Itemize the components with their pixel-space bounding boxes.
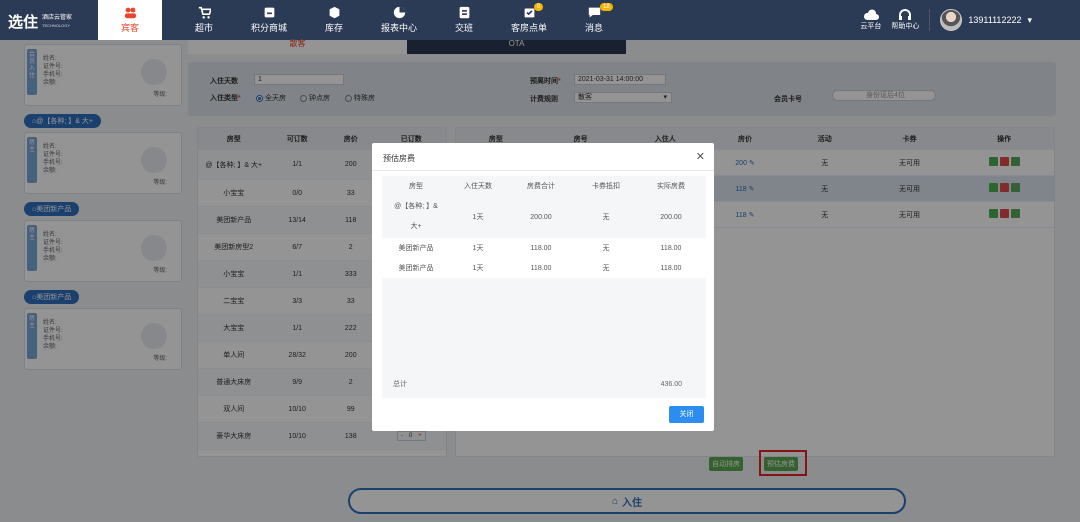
table-row: 美团新产品 1天 118.00 无 118.00	[382, 238, 706, 258]
cell: 美团新产品	[398, 245, 434, 252]
order-badge: 0	[534, 3, 544, 11]
nav-item-messages[interactable]: 消息 18	[562, 0, 626, 40]
store-icon	[264, 7, 274, 18]
nav-label: 超市	[194, 23, 213, 33]
cell: 1天	[472, 214, 484, 221]
col-header: 卡券抵扣	[592, 183, 620, 190]
logo-tag: TECHNOLOGY	[42, 22, 71, 28]
nav-label: 交班	[454, 23, 473, 33]
dialog-title: 预估房费	[383, 154, 415, 163]
cell: 118.00	[530, 244, 552, 252]
handover-icon	[459, 6, 469, 19]
nav-item-room-order[interactable]: 客房点单 0	[496, 0, 562, 40]
help-label: 帮助中心	[891, 23, 920, 30]
cell: 200.00	[660, 213, 682, 221]
cell: 美团新产品	[398, 265, 434, 272]
user-menu[interactable]: 13911112222 ▾	[940, 9, 1032, 31]
cell: 118.00	[530, 264, 552, 272]
cell: 无	[602, 265, 610, 272]
nav-label: 积分商城	[250, 23, 287, 33]
logo-sub: 酒店云管家	[42, 14, 73, 21]
table-row: 美团新产品 1天 118.00 无 118.00	[382, 258, 706, 278]
cell: @【各种; 】& 大+	[394, 203, 438, 230]
headset-icon	[899, 9, 912, 20]
nav-label: 消息	[584, 23, 603, 33]
divider	[372, 170, 714, 171]
message-badge: 18	[600, 3, 613, 11]
cell: 1天	[472, 265, 484, 272]
close-button[interactable]: 关闭	[669, 406, 704, 423]
nav-item-guests[interactable]: 宾客	[98, 0, 162, 40]
nav-label: 客房点单	[510, 23, 547, 33]
total-row: 总计 436.00	[382, 369, 706, 399]
cloud-platform-link[interactable]: 云平台	[860, 9, 881, 31]
user-phone: 13911112222	[968, 15, 1022, 25]
top-nav-bar: 选住 酒店云管家 TECHNOLOGY 宾客 超市 积分商城 库存 报表中心 交…	[0, 0, 1080, 40]
nav-item-inventory[interactable]: 库存	[302, 0, 366, 40]
nav-label: 宾客	[120, 23, 139, 33]
divider	[929, 9, 931, 31]
chart-pie-icon	[393, 6, 405, 19]
app-logo: 选住 酒店云管家 TECHNOLOGY	[8, 11, 72, 32]
close-icon[interactable]: ✕	[696, 150, 705, 163]
cloud-label: 云平台	[860, 23, 882, 30]
total-label: 总计	[393, 381, 407, 388]
cell: 200.00	[530, 213, 552, 221]
cell: 1天	[472, 245, 484, 252]
help-center-link[interactable]: 帮助中心	[891, 9, 919, 31]
nav-label: 库存	[324, 23, 343, 33]
nav-item-market[interactable]: 超市	[172, 0, 236, 40]
nav-item-handover[interactable]: 交班	[432, 0, 496, 40]
box-icon	[329, 6, 339, 19]
cloud-icon	[863, 9, 879, 20]
users-icon	[124, 7, 136, 19]
estimate-fee-dialog: 预估房费 ✕ 房型 入住天数 房费合计 卡券抵扣 实际房费 @【各种; 】& 大…	[372, 143, 714, 431]
chevron-down-icon: ▾	[1027, 14, 1032, 25]
nav-item-reports[interactable]: 报表中心	[366, 0, 432, 40]
cart-icon	[198, 6, 211, 19]
cell: 无	[602, 214, 610, 221]
col-header: 房费合计	[527, 183, 555, 190]
table-row: @【各种; 】& 大+ 1天 200.00 无 200.00	[382, 196, 706, 238]
main-nav: 宾客 超市 积分商城 库存 报表中心 交班 客房点单 0 消息 18	[98, 0, 626, 40]
table-header: 房型 入住天数 房费合计 卡券抵扣 实际房费	[382, 176, 706, 196]
col-header: 入住天数	[464, 183, 492, 190]
logo-main: 选住	[8, 14, 39, 31]
nav-label: 报表中心	[380, 23, 417, 33]
total-value: 436.00	[660, 380, 682, 388]
col-header: 实际房费	[657, 183, 685, 190]
message-icon	[588, 7, 600, 18]
col-header: 房型	[409, 183, 423, 190]
nav-item-points-mall[interactable]: 积分商城	[236, 0, 302, 40]
cell: 118.00	[660, 244, 682, 252]
cell: 118.00	[660, 264, 682, 272]
avatar	[940, 9, 963, 31]
estimate-table: 房型 入住天数 房费合计 卡券抵扣 实际房费 @【各种; 】& 大+ 1天 20…	[382, 176, 706, 398]
cell: 无	[602, 245, 610, 252]
